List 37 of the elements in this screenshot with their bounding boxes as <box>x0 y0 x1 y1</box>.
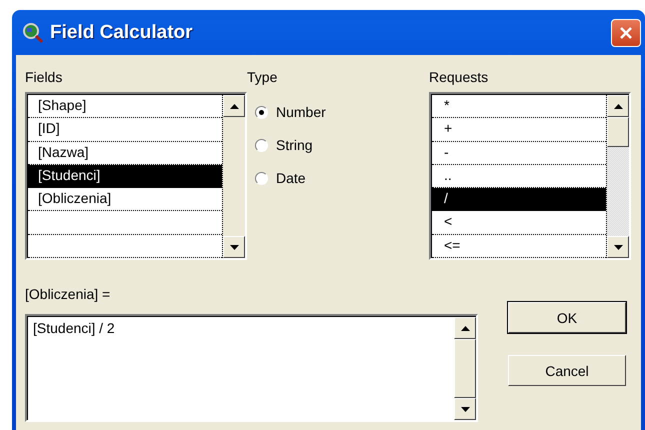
scroll-up-button[interactable] <box>607 95 629 117</box>
radio-button[interactable] <box>255 172 268 184</box>
radio-label: Number <box>276 104 326 120</box>
radio-label: Date <box>276 170 306 186</box>
scrollbar[interactable] <box>454 317 476 420</box>
cancel-button[interactable]: Cancel <box>508 355 626 386</box>
scrollbar[interactable] <box>222 95 245 258</box>
caret-down-icon <box>230 244 238 250</box>
expression-label: [Obliczenia] = <box>25 286 110 302</box>
scroll-down-button[interactable] <box>607 236 629 258</box>
type-label: Type <box>247 69 278 85</box>
caret-down-icon <box>614 244 622 250</box>
requests-label: Requests <box>429 69 490 85</box>
scroll-down-button[interactable] <box>223 236 245 258</box>
scroll-up-button[interactable] <box>223 95 245 117</box>
radio-button[interactable] <box>255 106 268 118</box>
list-item[interactable]: / <box>432 188 606 212</box>
caret-up-icon <box>614 104 622 108</box>
fields-label: Fields <box>25 69 64 85</box>
caret-up-icon <box>460 326 470 330</box>
list-item[interactable]: [Studenci] <box>28 164 222 188</box>
expression-box[interactable]: [Studenci] / 2 <box>25 314 478 422</box>
list-box[interactable]: * + - .. / < <= <box>429 92 631 260</box>
window-title: Field Calculator <box>50 22 193 44</box>
scroll-down-button[interactable] <box>454 398 476 420</box>
close-button[interactable] <box>611 18 641 46</box>
caret-down-icon <box>460 406 470 412</box>
magnifier-globe-icon <box>22 22 44 44</box>
radio-button[interactable] <box>255 138 268 152</box>
radio-label: String <box>276 137 313 153</box>
scroll-thumb[interactable] <box>607 117 629 147</box>
scroll-up-button[interactable] <box>454 317 476 339</box>
ok-button[interactable]: OK <box>508 302 626 333</box>
scrollbar[interactable] <box>606 95 629 258</box>
list-box[interactable]: [Shape] [ID] [Nazwa] [Studenci] [Obliczenia] <box>25 92 247 260</box>
caret-up-icon <box>230 104 238 108</box>
close-icon <box>619 26 633 40</box>
